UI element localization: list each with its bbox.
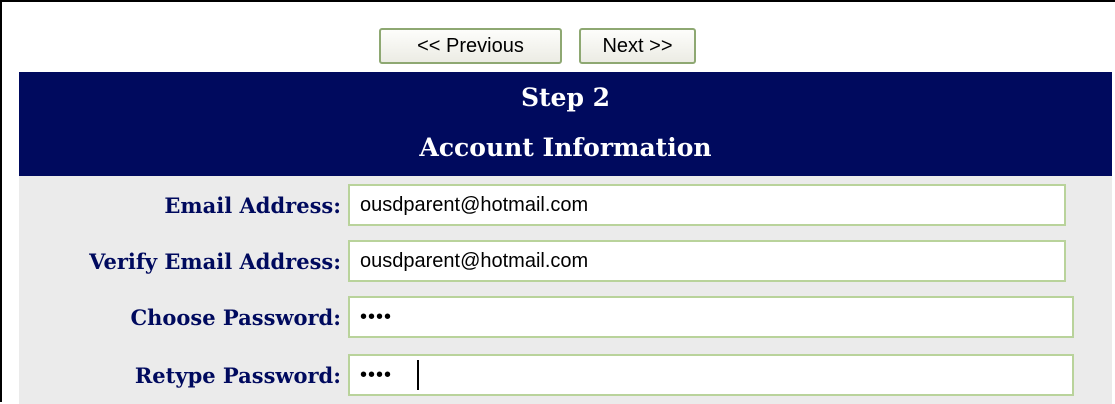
step-title: Step 2: [520, 83, 611, 112]
previous-button[interactable]: << Previous: [379, 28, 562, 64]
section-title: Account Information: [419, 133, 712, 162]
form-row-verify-email: Verify Email Address:: [19, 238, 1112, 284]
account-form: Email Address: Verify Email Address: Cho…: [19, 176, 1112, 404]
choose-password-field[interactable]: [348, 296, 1074, 338]
email-label: Email Address:: [164, 193, 341, 218]
email-field[interactable]: [348, 184, 1066, 226]
verify-email-label: Verify Email Address:: [89, 249, 341, 274]
form-row-email: Email Address:: [19, 182, 1112, 228]
verify-email-field[interactable]: [348, 240, 1066, 282]
retype-password-label: Retype Password:: [134, 363, 341, 388]
text-cursor: [417, 360, 419, 390]
form-row-retype-password: Retype Password:: [19, 352, 1112, 398]
choose-password-label: Choose Password:: [130, 305, 341, 330]
account-form-frame: << Previous Next >> Step 2 Account Infor…: [0, 0, 1115, 404]
form-row-password: Choose Password:: [19, 294, 1112, 340]
retype-password-field[interactable]: [348, 354, 1074, 396]
navigation-bar: << Previous Next >>: [2, 22, 1112, 66]
next-button[interactable]: Next >>: [579, 28, 696, 64]
step-header: Step 2 Account Information: [19, 72, 1112, 176]
